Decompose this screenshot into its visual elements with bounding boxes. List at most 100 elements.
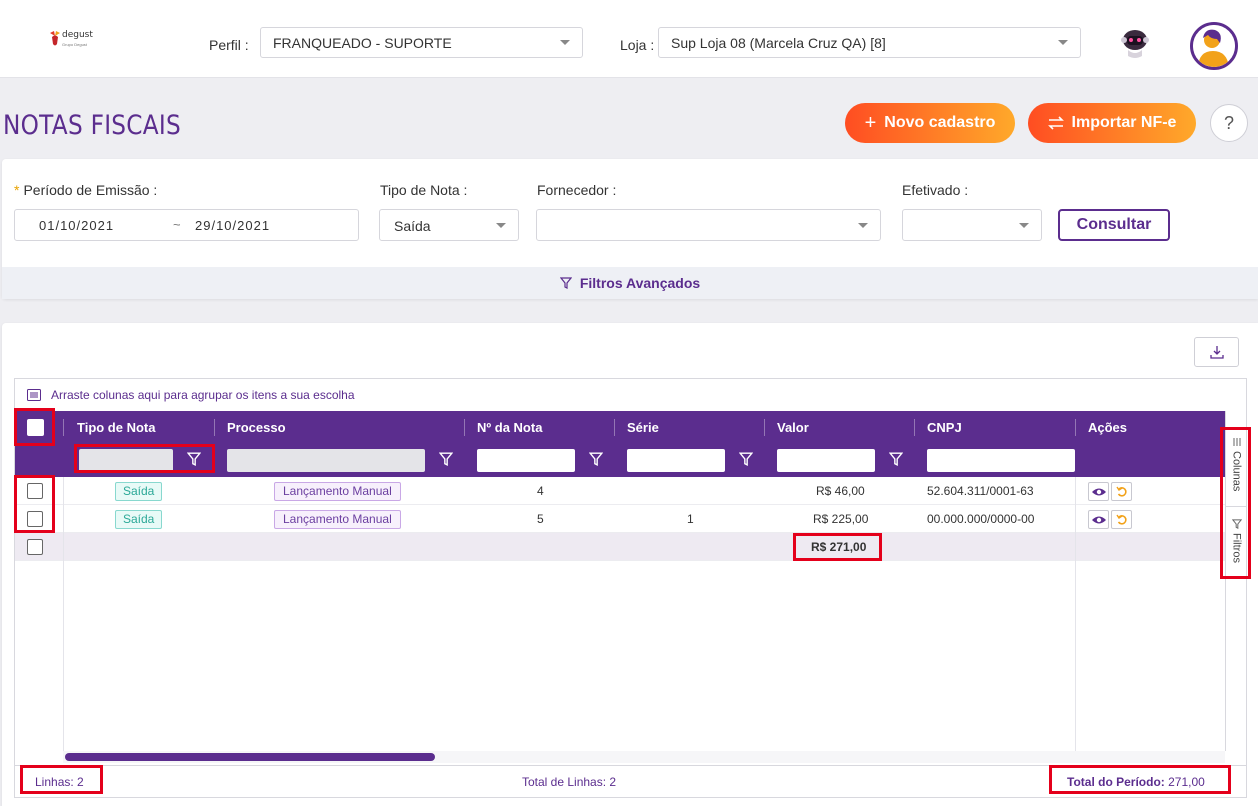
importar-nfe-button[interactable]: Importar NF-e — [1028, 103, 1196, 143]
total-linhas: Total de Linhas: 2 — [522, 775, 617, 789]
colunas-tab[interactable]: Colunas — [1226, 411, 1247, 507]
help-button[interactable]: ? — [1210, 104, 1248, 142]
filter-icon[interactable] — [589, 452, 603, 466]
view-button[interactable] — [1088, 510, 1109, 529]
grid-filter-row — [15, 444, 1225, 477]
filtros-avancados-label: Filtros Avançados — [579, 275, 701, 291]
undo-icon — [1115, 514, 1127, 525]
filter-icon[interactable] — [889, 452, 903, 466]
importar-nfe-label: Importar NF-e — [1071, 114, 1177, 131]
processo-filter-input[interactable] — [227, 449, 425, 472]
date-start[interactable]: 01/10/2021 — [39, 218, 114, 233]
table-row[interactable]: Saída Lançamento Manual 5 1 R$ 225,00 00… — [15, 505, 1225, 533]
filter-icon[interactable] — [739, 452, 753, 466]
serie-filter-input[interactable] — [627, 449, 725, 472]
plus-icon: + — [864, 112, 877, 134]
loja-label: Loja : — [620, 37, 655, 53]
total-periodo-value: 271,00 — [1168, 775, 1205, 789]
valor-filter-input[interactable] — [777, 449, 875, 472]
column-tipo-nota[interactable]: Tipo de Nota — [65, 411, 155, 444]
horizontal-scrollbar[interactable] — [63, 751, 1225, 763]
cnpj-filter-input[interactable] — [927, 449, 1075, 472]
tipo-nota-badge: Saída — [115, 510, 163, 529]
eye-icon — [1091, 488, 1106, 495]
group-hint: Arraste colunas aqui para agrupar os ite… — [51, 388, 355, 402]
total-periodo-label: Total do Período: — [1067, 775, 1165, 789]
export-button[interactable] — [1194, 337, 1239, 367]
tipo-nota-select[interactable]: Saída — [379, 209, 519, 241]
grid-footer: Linhas: 2 Total de Linhas: 2 Total do Pe… — [15, 765, 1246, 797]
filter-icon[interactable] — [187, 452, 201, 466]
filters-panel: * Período de Emissão : 01/10/2021 ~ 29/10… — [2, 159, 1258, 299]
column-separator — [63, 419, 64, 436]
chevron-down-icon — [858, 223, 868, 228]
filter-icon[interactable] — [439, 452, 453, 466]
novo-cadastro-label: Novo cadastro — [884, 114, 996, 131]
undo-icon — [1115, 486, 1127, 497]
swap-arrows-icon — [1047, 116, 1064, 130]
numero-cell: 4 — [537, 484, 544, 498]
grid-panel: Arraste colunas aqui para agrupar os ite… — [2, 323, 1258, 806]
consultar-button[interactable]: Consultar — [1058, 209, 1170, 241]
periodo-label-text: Período de Emissão — [23, 182, 150, 198]
total-valor: R$ 271,00 — [811, 540, 867, 554]
column-cnpj[interactable]: CNPJ — [915, 411, 962, 444]
tipo-nota-filter-input[interactable] — [79, 449, 173, 472]
date-range-picker[interactable]: 01/10/2021 ~ 29/10/2021 — [14, 209, 359, 241]
filter-icon — [559, 277, 572, 289]
linhas-count: Linhas: 2 — [35, 775, 84, 789]
column-serie[interactable]: Série — [615, 411, 659, 444]
side-tool-panel: Colunas Filtros — [1225, 411, 1247, 751]
filtros-avancados-toggle[interactable]: Filtros Avançados — [2, 267, 1258, 299]
help-icon: ? — [1223, 112, 1234, 133]
tipo-nota-value: Saída — [394, 218, 431, 234]
user-avatar[interactable] — [1190, 22, 1238, 70]
cnpj-cell: 52.604.311/0001-63 — [927, 484, 1034, 498]
group-panel[interactable]: Arraste colunas aqui para agrupar os ite… — [15, 379, 1246, 411]
perfil-label: Perfil : — [209, 37, 249, 53]
fornecedor-select[interactable] — [536, 209, 881, 241]
loja-value: Sup Loja 08 (Marcela Cruz QA) [8] — [671, 35, 886, 51]
group-columns-icon — [27, 389, 41, 401]
view-button[interactable] — [1088, 482, 1109, 501]
column-divider — [63, 477, 64, 751]
grid-header: Tipo de Nota Processo Nº da Nota Série V… — [15, 411, 1225, 444]
column-processo[interactable]: Processo — [215, 411, 286, 444]
user-avatar-icon — [1193, 25, 1235, 67]
perfil-select[interactable]: FRANQUEADO - SUPORTE — [260, 27, 583, 58]
numero-cell: 5 — [537, 512, 544, 526]
table-row[interactable]: Saída Lançamento Manual 4 R$ 46,00 52.60… — [15, 477, 1225, 505]
column-valor[interactable]: Valor — [765, 411, 809, 444]
degust-logo[interactable]: degust Grupo Degust — [48, 30, 98, 54]
periodo-label: * Período de Emissão : — [14, 182, 158, 198]
scrollbar-thumb[interactable] — [65, 753, 435, 761]
filtros-label: Filtros — [1230, 533, 1243, 563]
select-all-checkbox[interactable] — [27, 419, 44, 436]
total-row-checkbox[interactable] — [27, 539, 43, 555]
valor-cell: R$ 225,00 — [813, 512, 869, 526]
undo-button[interactable] — [1111, 482, 1132, 501]
logo-subtext: Grupo Degust — [62, 42, 87, 47]
filtros-tab[interactable]: Filtros — [1226, 507, 1247, 577]
page-title: NOTAS FISCAIS — [3, 110, 182, 141]
novo-cadastro-button[interactable]: + Novo cadastro — [845, 103, 1015, 143]
serie-cell: 1 — [687, 512, 694, 526]
column-numero[interactable]: Nº da Nota — [465, 411, 542, 444]
processo-badge: Lançamento Manual — [274, 510, 401, 529]
robot-assistant-icon[interactable] — [1118, 26, 1152, 60]
top-bar: degust Grupo Degust Perfil : FRANQUEADO … — [0, 0, 1258, 78]
fornecedor-label: Fornecedor : — [537, 182, 617, 198]
columns-icon — [1233, 438, 1240, 446]
undo-button[interactable] — [1111, 510, 1132, 529]
efetivado-select[interactable] — [902, 209, 1042, 241]
date-end[interactable]: 29/10/2021 — [195, 218, 270, 233]
efetivado-label-text: Efetivado — [902, 182, 961, 198]
processo-badge: Lançamento Manual — [274, 482, 401, 501]
tipo-nota-badge: Saída — [115, 482, 163, 501]
row-checkbox[interactable] — [27, 511, 43, 527]
column-divider — [1075, 477, 1076, 751]
chevron-down-icon — [1019, 223, 1029, 228]
row-checkbox[interactable] — [27, 483, 43, 499]
loja-select[interactable]: Sup Loja 08 (Marcela Cruz QA) [8] — [658, 27, 1081, 58]
numero-filter-input[interactable] — [477, 449, 575, 472]
